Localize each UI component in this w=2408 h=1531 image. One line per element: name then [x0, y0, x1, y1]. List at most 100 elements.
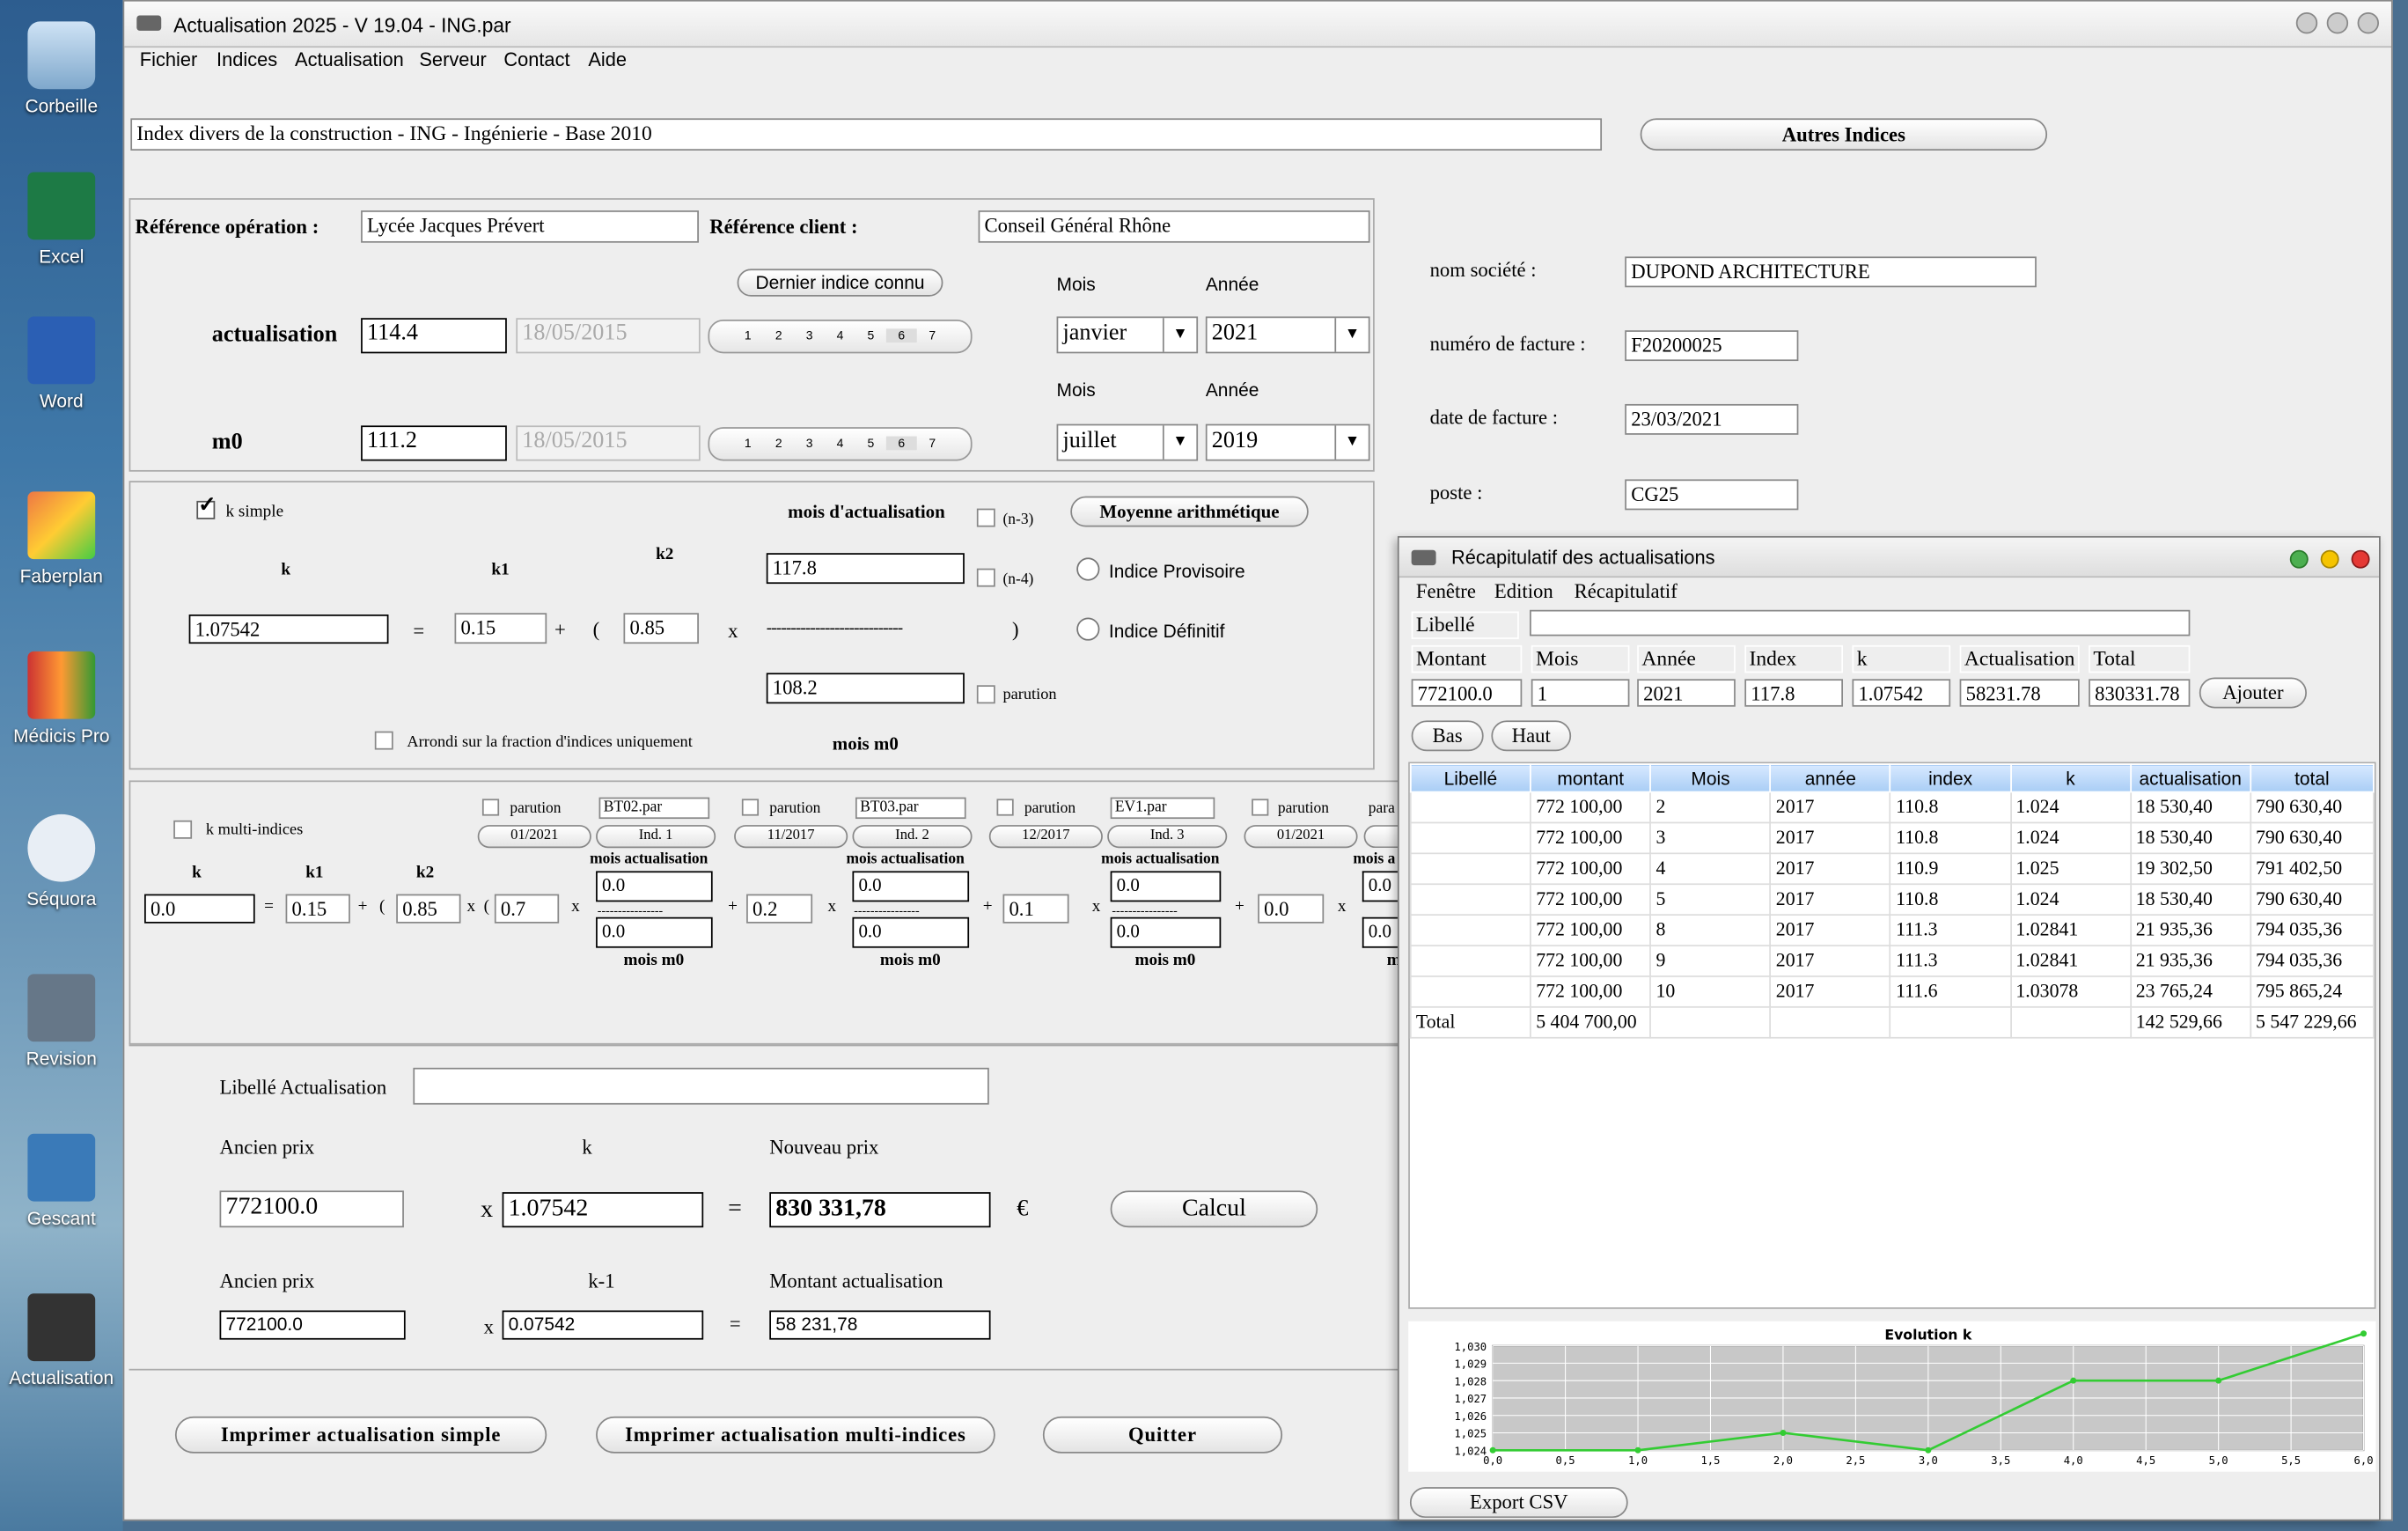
menu-fichier[interactable]: Fichier	[140, 49, 197, 70]
indice-3-file[interactable]: EV1.par	[1110, 797, 1215, 820]
libelle-actualisation-input[interactable]	[413, 1067, 989, 1105]
actualisation-3-value[interactable]: 0.0	[1110, 871, 1222, 902]
segment-4[interactable]: 4	[825, 437, 855, 451]
ref-client-input[interactable]: Conseil Général Rhône	[978, 210, 1370, 243]
recap-mois-input[interactable]: 1	[1531, 679, 1630, 707]
recap-menu-fenetre[interactable]: Fenêtre	[1416, 579, 1476, 604]
column-header-5[interactable]: k	[2009, 763, 2132, 793]
minimize-button[interactable]	[2295, 11, 2318, 34]
desktop-icon-medicis[interactable]: Médicis Pro	[3, 651, 120, 747]
recap-menu-edition[interactable]: Edition	[1494, 579, 1553, 604]
k2-multi-input[interactable]: 0.85	[396, 894, 461, 924]
indice-3-date-button[interactable]: 12/2017	[988, 825, 1103, 849]
export-csv-button[interactable]: Export CSV	[1409, 1487, 1628, 1519]
nom-societe-input[interactable]: DUPOND ARCHITECTURE	[1625, 256, 2037, 288]
column-header-1[interactable]: montant	[1530, 763, 1652, 793]
table-row[interactable]: 772 100,00 9 2017 111.3 1.02841 21 935,36 794 …	[1409, 945, 2375, 977]
k-simple-value[interactable]: 1.07542	[188, 615, 389, 644]
menu-aide[interactable]: Aide	[588, 49, 627, 70]
menu-actualisation[interactable]: Actualisation	[295, 49, 404, 70]
numero-facture-input[interactable]: F20200025	[1625, 330, 1799, 362]
print-simple-button[interactable]: Imprimer actualisation simple	[174, 1416, 547, 1454]
table-row[interactable]: 772 100,00 8 2017 111.3 1.02841 21 935,36 794 …	[1409, 914, 2375, 946]
table-row[interactable]: 772 100,00 5 2017 110.8 1.024 18 530,40 790 63…	[1409, 883, 2375, 916]
segment-1[interactable]: 1	[732, 328, 763, 342]
print-multi-button[interactable]: Imprimer actualisation multi-indices	[596, 1416, 995, 1454]
coef-1-input[interactable]: 0.7	[494, 894, 560, 924]
indice-2-file[interactable]: BT03.par	[855, 797, 966, 820]
recap-total-input[interactable]: 830331.78	[2089, 679, 2191, 707]
actualisation-annee-select[interactable]: 2021 ▼	[1205, 316, 1370, 354]
column-header-4[interactable]: index	[1890, 763, 2012, 793]
autres-indices-button[interactable]: Autres Indices	[1640, 118, 2048, 151]
table-row[interactable]: 772 100,00 2 2017 110.8 1.024 18 530,40 790 63…	[1409, 791, 2375, 824]
moyenne-arithmetique-button[interactable]: Moyenne arithmétique	[1070, 496, 1309, 527]
haut-button[interactable]: Haut	[1491, 720, 1572, 752]
desktop-icon-corbeille[interactable]: Corbeille	[3, 21, 120, 117]
segment-1[interactable]: 1	[732, 437, 763, 451]
recap-index-input[interactable]: 117.8	[1744, 679, 1843, 707]
indice-3-button[interactable]: Ind. 3	[1107, 825, 1228, 849]
m0-4-value[interactable]: 0.0	[1362, 916, 1401, 948]
segment-5[interactable]: 5	[855, 437, 886, 451]
bas-button[interactable]: Bas	[1411, 720, 1484, 752]
column-header-3[interactable]: année	[1769, 763, 1891, 793]
indice-1-file[interactable]: BT02.par	[598, 797, 710, 820]
coef-2-input[interactable]: 0.2	[746, 894, 813, 924]
dernier-indice-button[interactable]: Dernier indice connu	[737, 269, 943, 297]
desktop-icon-faberplan[interactable]: Faberplan	[3, 491, 120, 587]
desktop-icon-excel[interactable]: Excel	[3, 172, 120, 268]
segment-2[interactable]: 2	[763, 328, 794, 342]
mois-m0-value[interactable]: 108.2	[766, 673, 965, 704]
recap-k-input[interactable]: 1.07542	[1852, 679, 1951, 707]
k2-simple-input[interactable]: 0.85	[623, 613, 699, 644]
parution-1-checkbox[interactable]	[481, 799, 500, 816]
segment-6[interactable]: 6	[885, 436, 917, 451]
ref-operation-input[interactable]: Lycée Jacques Prévert	[361, 210, 699, 243]
indice-provisoire-radio[interactable]	[1076, 557, 1100, 581]
m0-index-input[interactable]: 111.2	[361, 425, 507, 461]
m0-3-value[interactable]: 0.0	[1110, 916, 1222, 948]
menu-indices[interactable]: Indices	[217, 49, 277, 70]
segment-4[interactable]: 4	[825, 328, 855, 342]
segment-2[interactable]: 2	[763, 437, 794, 451]
menu-contact[interactable]: Contact	[503, 49, 569, 70]
coef-4-input[interactable]: 0.0	[1258, 894, 1325, 924]
parution-3-checkbox[interactable]	[996, 799, 1014, 816]
desktop-icon-sequora[interactable]: Séquora	[3, 813, 120, 909]
minimize-button[interactable]	[2320, 549, 2339, 569]
table-row[interactable]: 772 100,00 10 2017 111.6 1.03078 23 765,24 795…	[1409, 975, 2375, 1008]
ancien-prix-input[interactable]: 772100.0	[219, 1190, 404, 1228]
calcul-button[interactable]: Calcul	[1110, 1190, 1318, 1228]
m0-segment-selector[interactable]: 1234567	[708, 427, 973, 461]
column-header-2[interactable]: Mois	[1649, 763, 1772, 793]
n3-checkbox[interactable]	[976, 508, 995, 527]
actualisation-1-value[interactable]: 0.0	[596, 871, 713, 902]
indice-1-date-button[interactable]: 01/2021	[477, 825, 591, 849]
indice-4-button[interactable]	[1363, 825, 1401, 849]
desktop-icon-revision[interactable]: Revision	[3, 974, 120, 1070]
k1-multi-input[interactable]: 0.15	[285, 894, 350, 924]
k-multi-value[interactable]: 0.0	[144, 894, 255, 924]
recap-actualisation-input[interactable]: 58231.78	[1959, 679, 2080, 707]
segment-3[interactable]: 3	[794, 328, 825, 342]
segment-6[interactable]: 6	[885, 328, 917, 343]
m0-1-value[interactable]: 0.0	[596, 916, 713, 948]
quit-button[interactable]: Quitter	[1042, 1416, 1283, 1454]
desktop-icon-actualisation[interactable]: Actualisation	[3, 1293, 120, 1388]
indice-4-date-button[interactable]: 01/2021	[1244, 825, 1358, 849]
date-facture-input[interactable]: 23/03/2021	[1625, 403, 1799, 435]
mois-actualisation-value[interactable]: 117.8	[766, 553, 965, 585]
indice-1-button[interactable]: Ind. 1	[596, 825, 716, 849]
column-header-6[interactable]: actualisation	[2129, 763, 2251, 793]
actualisation-2-value[interactable]: 0.0	[852, 871, 970, 902]
menu-serveur[interactable]: Serveur	[419, 49, 486, 70]
column-header-7[interactable]: total	[2250, 763, 2375, 793]
table-row[interactable]: 772 100,00 4 2017 110.9 1.025 19 302,50 791 40…	[1409, 852, 2375, 886]
k-simple-checkbox[interactable]: ✓	[196, 495, 217, 519]
m0-2-value[interactable]: 0.0	[852, 916, 970, 948]
segment-3[interactable]: 3	[794, 437, 825, 451]
n4-checkbox[interactable]	[976, 568, 995, 587]
indice-2-date-button[interactable]: 11/2017	[734, 825, 848, 849]
indice-definitif-radio[interactable]	[1076, 617, 1100, 641]
